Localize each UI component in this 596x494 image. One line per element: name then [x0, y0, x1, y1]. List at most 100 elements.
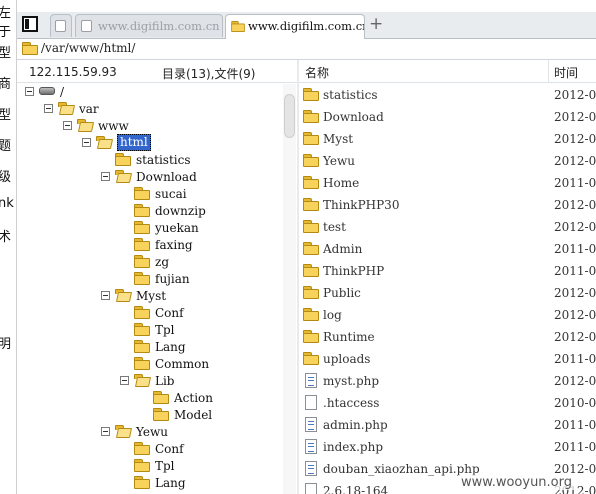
file-name: Public [323, 286, 361, 300]
column-separator[interactable] [548, 60, 549, 82]
tree-node[interactable]: Conf [17, 305, 283, 322]
tree-node[interactable]: zg [17, 254, 283, 271]
tree-node[interactable]: Action [17, 390, 283, 407]
tree-node[interactable]: Conf [17, 441, 283, 458]
file-name: statistics [323, 88, 378, 102]
collapse-toggle-icon[interactable] [63, 121, 72, 130]
tab-site-inactive[interactable]: www.digifilm.com.cn [75, 14, 223, 37]
folder-open-icon [115, 425, 133, 438]
file-name: Download [323, 110, 384, 124]
file-row[interactable]: ThinkPHP 2011-04 [299, 260, 596, 282]
tree-node[interactable]: downzip [17, 203, 283, 220]
page-icon [55, 20, 66, 32]
tree-node[interactable]: www [17, 118, 283, 135]
tree-node-label: faxing [155, 238, 193, 252]
tab-site-active[interactable]: www.digifilm.com.cn [225, 14, 365, 39]
collapse-toggle-icon[interactable] [44, 104, 53, 113]
folder-icon [134, 238, 150, 251]
file-modified-time: 2011-04 [554, 176, 596, 190]
folder-open-icon [58, 102, 76, 115]
collapse-toggle-icon[interactable] [25, 87, 34, 96]
file-row[interactable]: Download 2012-01 [299, 106, 596, 128]
tree-node[interactable]: statistics [17, 152, 283, 169]
sidebar-toggle-icon[interactable] [22, 16, 38, 32]
tree-node-label: www [98, 119, 129, 133]
file-row[interactable]: log 2012-02 [299, 304, 596, 326]
file-name: Home [323, 176, 360, 190]
file-row[interactable]: Public 2012-05 [299, 282, 596, 304]
tree-node[interactable]: Tpl [17, 322, 283, 339]
tree-node[interactable]: / [17, 84, 283, 101]
tree-node[interactable]: Lang [17, 475, 283, 492]
tree-node[interactable]: html [17, 134, 283, 152]
file-row[interactable]: Home 2011-04 [299, 172, 596, 194]
tree-node[interactable]: Model [17, 407, 283, 424]
current-path[interactable]: /var/www/html/ [41, 41, 135, 55]
tree-node[interactable]: Lib [17, 373, 283, 390]
tree-node-label: / [60, 85, 65, 99]
new-tab-button[interactable]: + [369, 14, 383, 34]
tree-node[interactable]: Lang [17, 339, 283, 356]
tree-node[interactable]: var [17, 101, 283, 118]
file-modified-time: 2011-04 [554, 264, 596, 278]
collapse-toggle-icon[interactable] [101, 427, 110, 436]
background-text-fragment: 商 [0, 73, 16, 92]
collapse-toggle-icon[interactable] [101, 291, 110, 300]
tree-node[interactable]: Myst [17, 288, 283, 305]
tree-node[interactable]: Download [17, 169, 283, 186]
folder-icon [115, 153, 131, 166]
folder-icon [134, 255, 150, 268]
file-row[interactable]: .htaccess 2010-08 [299, 392, 596, 414]
tree-node-label: Conf [155, 306, 184, 320]
tree-node-label: Lang [155, 340, 186, 354]
tree-node[interactable]: sucai [17, 186, 283, 203]
file-name: admin.php [323, 418, 388, 432]
background-text-fragment: 术 [0, 226, 16, 245]
folder-icon [134, 204, 150, 217]
tab-blank[interactable] [50, 14, 72, 37]
watermark: www.wooyun.org [458, 475, 576, 490]
tree-node-label: Tpl [155, 323, 175, 337]
tree-node[interactable]: faxing [17, 237, 283, 254]
tree-node-label: Download [136, 170, 197, 184]
file-row[interactable]: admin.php 2011-04 [299, 414, 596, 436]
tree-node[interactable]: Common [17, 356, 283, 373]
tree-node[interactable]: yuekan [17, 220, 283, 237]
file-modified-time: 2012-07 [554, 220, 596, 234]
tree-scrollbar[interactable] [283, 84, 296, 494]
file-name: ThinkPHP30 [323, 198, 400, 212]
file-row[interactable]: statistics 2012-07 [299, 84, 596, 106]
tree-scrollbar-thumb[interactable] [284, 94, 295, 138]
file-row[interactable]: ThinkPHP30 2012-03 [299, 194, 596, 216]
column-time[interactable]: 时间 [554, 64, 578, 81]
tree-node-label: Conf [155, 442, 184, 456]
collapse-toggle-icon[interactable] [101, 172, 110, 181]
file-row[interactable]: myst.php 2012-02 [299, 370, 596, 392]
file-row[interactable]: Runtime 2012-05 [299, 326, 596, 348]
file-name: test [323, 220, 346, 234]
tree-node[interactable]: Tpl [17, 458, 283, 475]
file-row[interactable]: uploads 2011-04 [299, 348, 596, 370]
tree-node[interactable]: Yewu [17, 424, 283, 441]
collapse-toggle-icon[interactable] [120, 376, 129, 385]
file-row[interactable]: Admin 2011-04 [299, 238, 596, 260]
file-name: myst.php [323, 374, 380, 388]
collapse-toggle-icon[interactable] [82, 138, 91, 147]
file-name: Yewu [323, 154, 355, 168]
file-row[interactable]: Myst 2012-02 [299, 128, 596, 150]
file-name: Admin [323, 242, 363, 256]
tree-node-label: zg [155, 255, 170, 269]
tree-node[interactable]: fujian [17, 271, 283, 288]
file-modified-time: 2011-04 [554, 440, 596, 454]
file-name: log [323, 308, 342, 322]
file-row[interactable]: test 2012-07 [299, 216, 596, 238]
folder-icon [134, 459, 150, 472]
file-icon [305, 395, 317, 410]
folder-icon [134, 442, 150, 455]
path-bar[interactable]: /var/www/html/ [17, 39, 596, 60]
column-name[interactable]: 名称 [305, 64, 329, 81]
file-list: statistics 2012-07 Download 2012-01 Myst 2012… [299, 84, 596, 494]
file-row[interactable]: Yewu 2012-03 [299, 150, 596, 172]
file-row[interactable]: index.php 2011-04 [299, 436, 596, 458]
folder-icon [134, 306, 150, 319]
